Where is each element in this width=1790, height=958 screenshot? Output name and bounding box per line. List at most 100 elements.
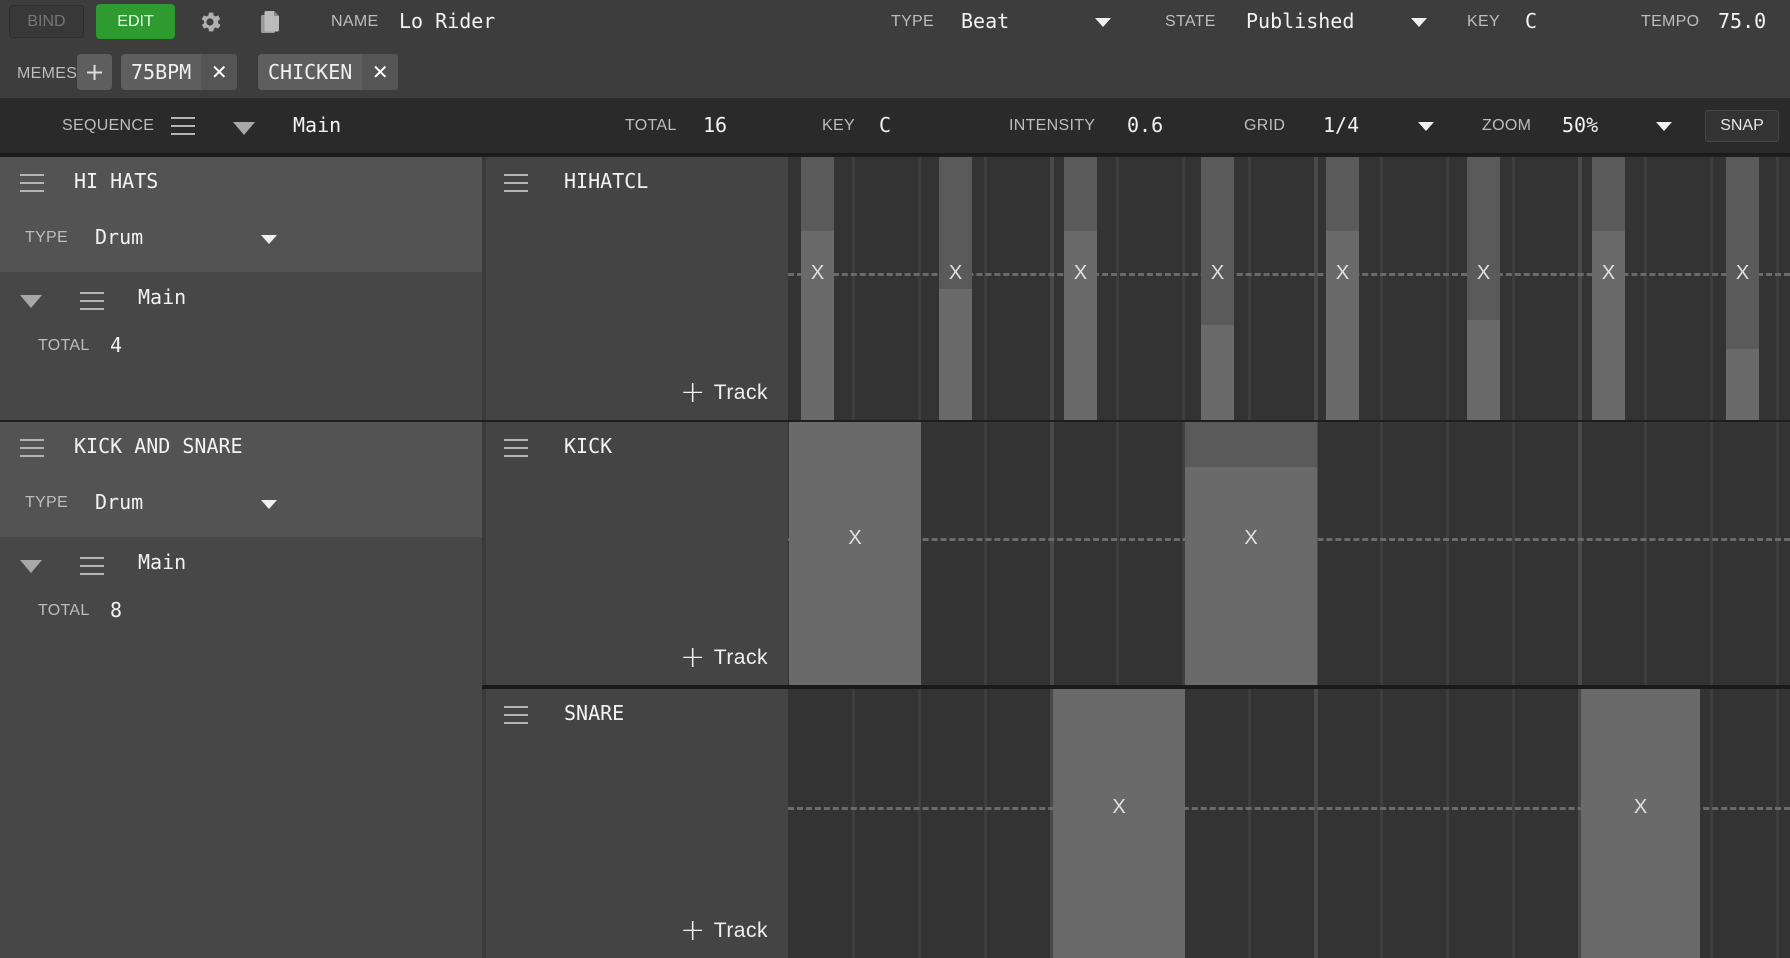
velocity-fill[interactable]: [939, 288, 972, 420]
add-track-button[interactable]: + Track: [680, 916, 768, 946]
track-menu-icon[interactable]: [504, 439, 528, 457]
note-block[interactable]: X: [1726, 157, 1759, 420]
voice-menu-icon[interactable]: [20, 174, 44, 192]
track-name[interactable]: KICK: [564, 434, 612, 458]
plus-icon: +: [680, 913, 706, 948]
velocity-fill[interactable]: [1592, 230, 1625, 420]
type-select[interactable]: Beat: [961, 9, 1009, 33]
voice-panel: KICK AND SNARE TYPE Drum Main TOTAL 8: [0, 422, 482, 958]
note-grid[interactable]: XXXXXXXX: [788, 157, 1790, 420]
pattern-collapse-icon[interactable]: [20, 560, 42, 573]
note-block[interactable]: X: [1326, 157, 1359, 420]
note-delete-icon[interactable]: X: [789, 527, 921, 550]
grid-line: [1248, 689, 1251, 958]
note-delete-icon[interactable]: X: [1326, 262, 1359, 285]
note-block[interactable]: X: [1592, 157, 1625, 420]
snap-button[interactable]: SNAP: [1705, 110, 1779, 142]
velocity-fill[interactable]: [1726, 349, 1759, 420]
pattern-select[interactable]: Main: [138, 285, 186, 309]
note-delete-icon[interactable]: X: [1467, 262, 1500, 285]
sequence-menu-icon[interactable]: [171, 117, 195, 135]
pattern-collapse-icon[interactable]: [20, 295, 42, 308]
gear-icon[interactable]: [197, 9, 223, 35]
grid-chevron-down-icon[interactable]: [1418, 122, 1434, 131]
note-delete-icon[interactable]: X: [1053, 796, 1185, 819]
note-block[interactable]: X: [1467, 157, 1500, 420]
add-meme-button[interactable]: +: [77, 54, 112, 90]
velocity-fill[interactable]: [1185, 466, 1317, 685]
note-grid[interactable]: XX: [788, 422, 1790, 685]
zoom-chevron-down-icon[interactable]: [1656, 122, 1672, 131]
grid-select[interactable]: 1/4: [1323, 113, 1359, 137]
note-delete-icon[interactable]: X: [939, 262, 972, 285]
meme-chip-label[interactable]: 75BPM: [121, 54, 201, 90]
bind-button[interactable]: BIND: [9, 5, 84, 38]
note-delete-icon[interactable]: X: [1581, 796, 1700, 819]
track-name[interactable]: SNARE: [564, 701, 624, 725]
velocity-fill[interactable]: [801, 230, 834, 420]
note-block[interactable]: X: [789, 422, 921, 685]
note-block[interactable]: X: [1581, 689, 1700, 958]
track-menu-icon[interactable]: [504, 706, 528, 724]
note-delete-icon[interactable]: X: [1201, 262, 1234, 285]
note-delete-icon[interactable]: X: [1592, 262, 1625, 285]
velocity-fill[interactable]: [789, 422, 921, 685]
track-name[interactable]: HIHATCL: [564, 169, 648, 193]
pattern-menu-icon[interactable]: [80, 557, 104, 575]
voice-type-chevron-down-icon[interactable]: [261, 500, 277, 509]
pattern-select[interactable]: Main: [138, 550, 186, 574]
key-field[interactable]: C: [1525, 9, 1537, 33]
note-delete-icon[interactable]: X: [1185, 527, 1317, 550]
state-chevron-down-icon[interactable]: [1411, 18, 1427, 27]
note-block[interactable]: X: [1064, 157, 1097, 420]
close-icon[interactable]: ✕: [201, 54, 238, 90]
state-select[interactable]: Published: [1246, 9, 1354, 33]
close-icon[interactable]: ✕: [362, 54, 399, 90]
voice-name[interactable]: KICK AND SNARE: [74, 434, 243, 458]
voice-type-select[interactable]: Drum: [95, 225, 143, 249]
track-menu-icon[interactable]: [504, 174, 528, 192]
voice-name[interactable]: HI HATS: [74, 169, 158, 193]
intensity-value[interactable]: 0.6: [1127, 113, 1163, 137]
track-label-panel: HIHATCL + Track: [482, 157, 788, 420]
note-grid[interactable]: XX: [788, 689, 1790, 958]
pattern-total-value[interactable]: 4: [110, 333, 122, 357]
voice-type-select[interactable]: Drum: [95, 490, 143, 514]
voice-type-chevron-down-icon[interactable]: [261, 235, 277, 244]
velocity-fill[interactable]: [1467, 320, 1500, 420]
top-toolbar: BIND EDIT NAME Lo Rider TYPE Beat STATE …: [0, 0, 1790, 98]
sequence-total-value[interactable]: 16: [703, 113, 727, 137]
note-block[interactable]: X: [939, 157, 972, 420]
zoom-select[interactable]: 50%: [1562, 113, 1598, 137]
note-block[interactable]: X: [1201, 157, 1234, 420]
pattern-total-value[interactable]: 8: [110, 598, 122, 622]
sequence-chevron-down-icon[interactable]: [233, 122, 255, 135]
name-field[interactable]: Lo Rider: [399, 9, 495, 33]
meme-chip-label[interactable]: CHICKEN: [258, 54, 362, 90]
sequence-select[interactable]: Main: [293, 113, 341, 137]
velocity-fill[interactable]: [1064, 230, 1097, 420]
voice-menu-icon[interactable]: [20, 439, 44, 457]
note-block[interactable]: X: [801, 157, 834, 420]
note-delete-icon[interactable]: X: [801, 262, 834, 285]
note-block[interactable]: X: [1053, 689, 1185, 958]
tempo-field[interactable]: 75.0: [1718, 9, 1766, 33]
velocity-fill[interactable]: [1581, 689, 1700, 958]
track-row: KICK + Track XX: [482, 422, 1790, 685]
velocity-fill[interactable]: [1201, 325, 1234, 420]
velocity-fill[interactable]: [1053, 689, 1185, 958]
add-track-button[interactable]: + Track: [680, 643, 768, 673]
note-block[interactable]: X: [1185, 422, 1317, 685]
sequence-key-value[interactable]: C: [879, 113, 891, 137]
note-delete-icon[interactable]: X: [1064, 262, 1097, 285]
velocity-fill[interactable]: [1326, 230, 1359, 420]
grid-line: [1512, 689, 1515, 958]
edit-button[interactable]: EDIT: [96, 4, 175, 39]
pattern-menu-icon[interactable]: [80, 292, 104, 310]
grid-line: [1116, 157, 1119, 420]
grid-line: [1710, 157, 1713, 420]
add-track-button[interactable]: + Track: [680, 378, 768, 408]
copy-icon[interactable]: [259, 9, 283, 35]
note-delete-icon[interactable]: X: [1726, 262, 1759, 285]
type-chevron-down-icon[interactable]: [1095, 18, 1111, 27]
